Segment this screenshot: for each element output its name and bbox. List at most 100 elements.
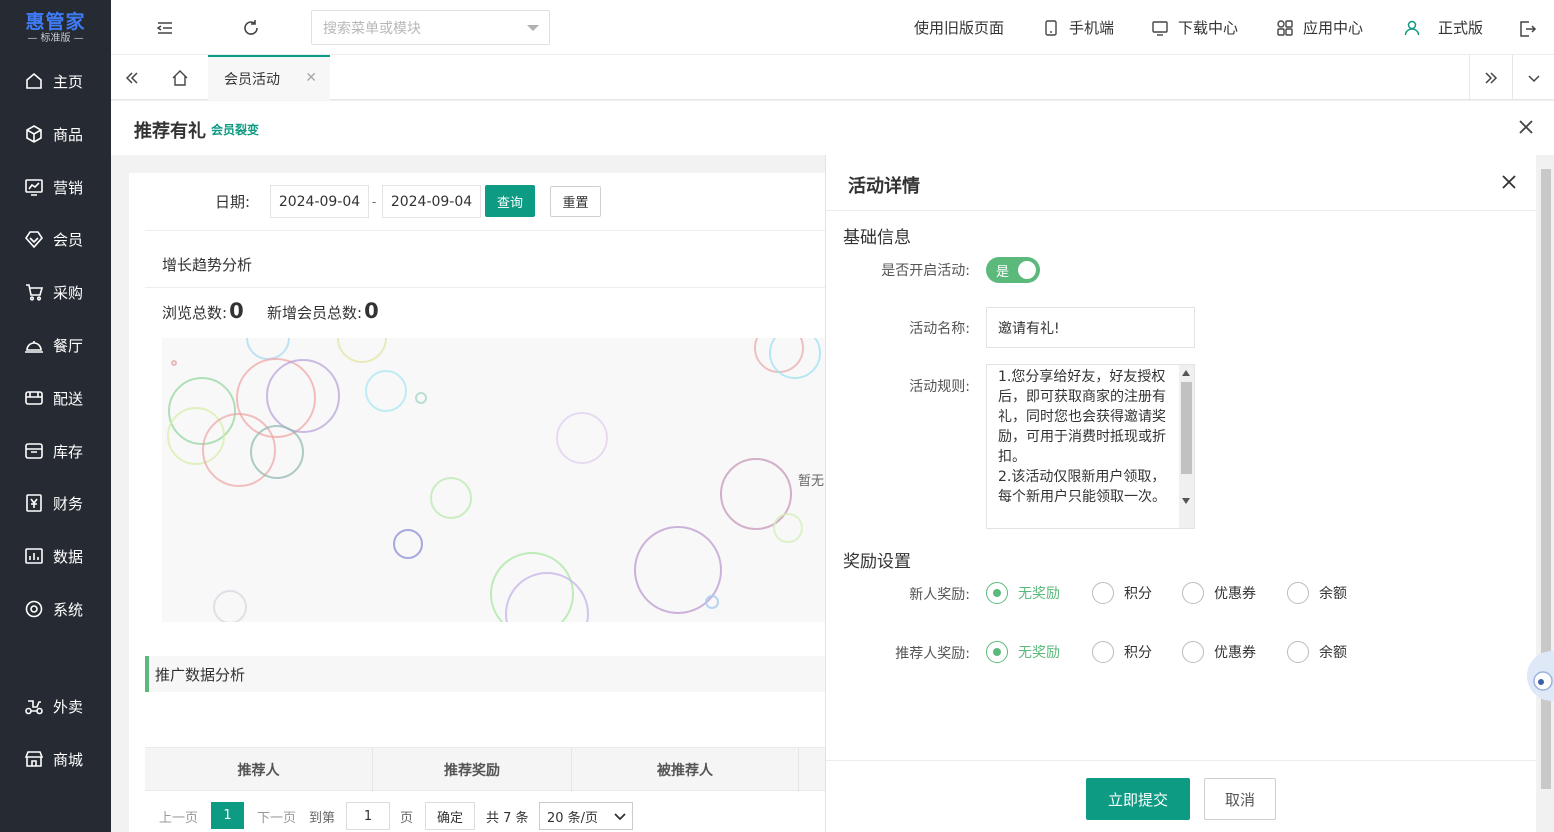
new-reward-option-none[interactable]: 无奖励 — [986, 582, 1060, 604]
radio-dot — [986, 582, 1008, 604]
sidebar-item-goods[interactable]: 商品 — [0, 114, 111, 154]
radio-label: 余额 — [1319, 586, 1347, 602]
sidebar-item-data[interactable]: 数据 — [0, 536, 111, 576]
mobile-link[interactable]: 手机端 — [1042, 17, 1114, 38]
target-icon — [25, 600, 43, 618]
topbar: 搜索菜单或模块 使用旧版页面 手机端 下载中心 应用中心 正式版 — [111, 0, 1554, 55]
scroll-down-icon[interactable] — [1182, 498, 1190, 504]
logout-icon[interactable] — [1517, 19, 1537, 39]
app-center-link[interactable]: 应用中心 — [1276, 17, 1363, 38]
sidebar-item-label: 餐厅 — [53, 336, 84, 355]
sidebar-item-inventory[interactable]: 库存 — [0, 431, 111, 471]
refresh-icon[interactable] — [241, 18, 261, 38]
download-center-link[interactable]: 下载中心 — [1151, 17, 1238, 38]
activity-rules-textarea[interactable]: 1.您分享给好友，好友授权后，即可获取商家的注册有礼，同时您也会获得邀请奖励，可… — [986, 364, 1195, 529]
old-page-label: 使用旧版页面 — [914, 19, 1005, 37]
new-members-stat: 新增会员总数: 0 — [267, 299, 379, 323]
prev-page-button[interactable]: 上一页 — [159, 807, 198, 826]
sidebar-item-system[interactable]: 系统 — [0, 589, 111, 629]
column-header-reward[interactable]: 推荐奖励 — [373, 748, 572, 792]
referrer-reward-option-points[interactable]: 积分 — [1092, 641, 1152, 663]
next-page-button[interactable]: 下一页 — [257, 807, 296, 826]
sidebar-item-purchase[interactable]: 采购 — [0, 272, 111, 312]
page-size-select[interactable]: 20 条/页 — [539, 802, 633, 830]
activity-name-input[interactable]: 邀请有礼! — [986, 307, 1195, 348]
sidebar-item-label: 商品 — [53, 125, 84, 144]
goto-page-input[interactable]: 1 — [346, 802, 390, 830]
sidebar-item-member[interactable]: 会员 — [0, 219, 111, 259]
cancel-button[interactable]: 取消 — [1204, 778, 1276, 820]
sidebar-item-mall[interactable]: 商城 — [0, 739, 111, 779]
old-page-link[interactable]: 使用旧版页面 — [914, 17, 1004, 38]
column-header-referee[interactable]: 被推荐人 — [572, 748, 799, 792]
textarea-scroll-thumb[interactable] — [1181, 382, 1192, 474]
promo-section-title: 推广数据分析 — [145, 656, 849, 692]
radio-dot — [1182, 641, 1204, 663]
version-link[interactable]: 正式版 — [1403, 17, 1483, 38]
views-stat: 浏览总数: 0 — [162, 299, 244, 323]
radio-label: 积分 — [1124, 645, 1152, 661]
sidebar-item-home[interactable]: 主页 — [0, 61, 111, 101]
sidebar-item-takeout[interactable]: 外卖 — [0, 686, 111, 726]
sidebar-item-label: 会员 — [53, 230, 84, 249]
goto-confirm-button[interactable]: 确定 — [425, 802, 475, 830]
download-label: 下载中心 — [1178, 19, 1239, 37]
collapse-menu-icon[interactable] — [155, 18, 175, 38]
sidebar-item-label: 配送 — [53, 389, 84, 408]
reset-button[interactable]: 重置 — [550, 186, 601, 217]
sidebar-item-label: 外卖 — [53, 697, 84, 716]
cloche-icon — [25, 341, 43, 353]
page-header: 推荐有礼 会员裂变 — [111, 101, 1554, 155]
new-reward-option-balance[interactable]: 余额 — [1287, 582, 1347, 604]
referrer-reward-option-balance[interactable]: 余额 — [1287, 641, 1347, 663]
column-header-referrer[interactable]: 推荐人 — [145, 748, 373, 792]
referrer-reward-label: 推荐人奖励: — [895, 646, 970, 662]
referrer-reward-option-none[interactable]: 无奖励 — [986, 641, 1060, 663]
tab-home[interactable] — [159, 55, 201, 100]
tab-member-activity[interactable]: 会员活动 ✕ — [208, 55, 330, 100]
tabs-dropdown[interactable] — [1512, 55, 1554, 100]
monitor-icon — [1152, 20, 1168, 36]
enable-activity-toggle[interactable]: 是 — [986, 257, 1040, 283]
sidebar-item-marketing[interactable]: 营销 — [0, 167, 111, 207]
sidebar-item-restaurant[interactable]: 餐厅 — [0, 325, 111, 365]
mobile-label: 手机端 — [1069, 19, 1115, 37]
submit-button[interactable]: 立即提交 — [1086, 778, 1190, 820]
query-button[interactable]: 查询 — [485, 185, 535, 217]
radio-dot — [1182, 582, 1204, 604]
page-tag: 会员裂变 — [211, 123, 260, 137]
radio-label: 余额 — [1319, 645, 1347, 661]
page-scrollbar[interactable] — [1538, 155, 1554, 832]
sidebar-item-label: 系统 — [53, 600, 84, 619]
chevron-down-icon — [614, 813, 626, 821]
divider — [145, 287, 849, 288]
tabs-scroll-right[interactable] — [1469, 55, 1511, 100]
logo[interactable]: 惠管家 — 标准版 — — [0, 0, 111, 55]
yen-icon — [26, 494, 42, 512]
tabs-scroll-left[interactable] — [111, 55, 153, 100]
page-number-current[interactable]: 1 — [211, 802, 244, 829]
shop-icon — [24, 751, 44, 767]
close-icon[interactable]: ✕ — [305, 70, 317, 86]
sidebar-item-finance[interactable]: 财务 — [0, 483, 111, 523]
referrer-reward-option-coupon[interactable]: 优惠券 — [1182, 641, 1256, 663]
start-date-input[interactable]: 2024-09-04 — [270, 185, 369, 218]
close-icon[interactable] — [1516, 117, 1536, 137]
sidebar-item-delivery[interactable]: 配送 — [0, 378, 111, 418]
scroll-up-icon[interactable] — [1182, 370, 1190, 376]
end-date-input[interactable]: 2024-09-04 — [382, 185, 481, 218]
new-members-value: 0 — [364, 299, 379, 323]
version-label: 正式版 — [1438, 19, 1484, 37]
activity-detail-drawer: 活动详情 基础信息 是否开启活动: 是 活动名称: 邀请有礼! 活动规则: 1.… — [825, 155, 1536, 832]
menu-search-select[interactable]: 搜索菜单或模块 — [311, 10, 550, 45]
goto-label: 到第 — [309, 811, 336, 826]
rules-text: 1.您分享给好友，好友授权后，即可获取商家的注册有礼，同时您也会获得邀请奖励，可… — [998, 369, 1166, 505]
new-reward-option-points[interactable]: 积分 — [1092, 582, 1152, 604]
textarea-scrollbar[interactable] — [1179, 365, 1194, 528]
search-placeholder: 搜索菜单或模块 — [323, 20, 421, 37]
new-reward-option-coupon[interactable]: 优惠券 — [1182, 582, 1256, 604]
main-panel: 日期: 2024-09-04 - 2024-09-04 查询 重置 增长趋势分析… — [129, 173, 849, 832]
apps-label: 应用中心 — [1303, 19, 1364, 37]
close-icon[interactable] — [1500, 173, 1518, 191]
scooter-icon — [25, 700, 43, 715]
